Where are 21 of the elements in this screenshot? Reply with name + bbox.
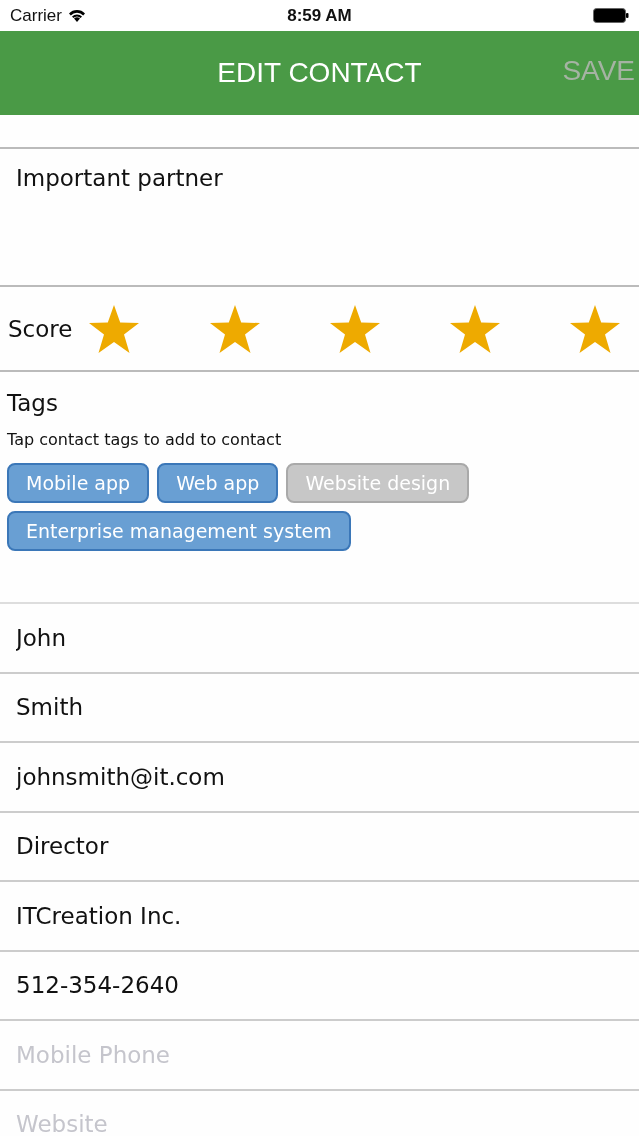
star-icon[interactable] (328, 303, 381, 354)
screen-title: EDIT CONTACT (217, 57, 422, 89)
input-field[interactable]: Website (0, 1111, 632, 1136)
star-icon[interactable] (88, 303, 141, 354)
input-field[interactable]: ITCreation Inc. (0, 902, 632, 929)
star-icon[interactable] (208, 303, 261, 354)
wifi-icon (67, 9, 86, 22)
score-label: Score (8, 315, 73, 342)
input-field[interactable]: johnsmith@it.com (0, 763, 632, 790)
battery-icon (593, 8, 629, 23)
star-icon[interactable] (448, 303, 501, 354)
input-field[interactable]: 512-354-2640 (0, 972, 632, 999)
star-icon[interactable] (569, 303, 621, 354)
note-field[interactable]: Important partner (0, 149, 632, 207)
tags-heading: Tags (7, 390, 58, 416)
input-field[interactable]: Smith (0, 694, 632, 721)
input-field[interactable]: Mobile Phone (0, 1041, 632, 1068)
carrier-label: Carrier (10, 5, 62, 26)
clock-time: 8:59 AM (287, 5, 352, 26)
tags-hint: Tap contact tags to add to contact (7, 430, 282, 449)
input-field[interactable]: Director (0, 833, 632, 860)
